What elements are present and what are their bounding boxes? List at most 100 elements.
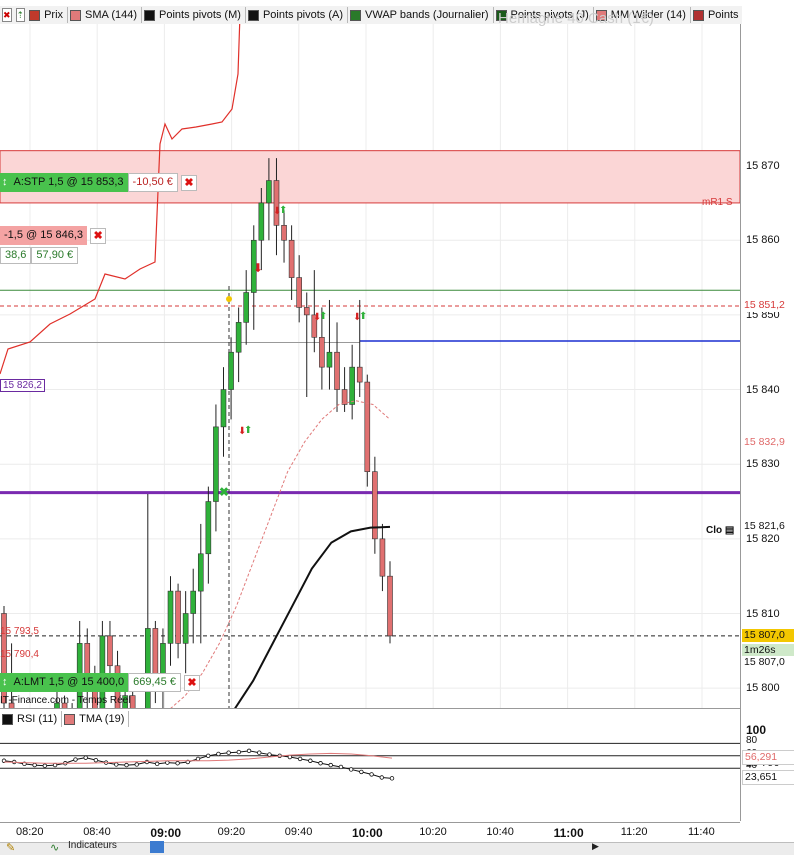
price-tick-label: 15 800 [746, 682, 780, 695]
rsi-point [359, 769, 364, 775]
candle-down [379, 538, 386, 577]
rsi-point [348, 767, 354, 772]
rsi-point [124, 762, 129, 768]
candle-up [266, 180, 272, 204]
candle-down [364, 381, 371, 472]
legend-swatch-icon [64, 713, 76, 725]
close-label-text: Clo [706, 525, 723, 536]
rsi-point [32, 762, 37, 768]
candle [303, 292, 310, 398]
candle-up [228, 351, 234, 390]
price-tick-label: 15 860 [746, 234, 780, 247]
drag-handle-icon[interactable]: ↕ [0, 173, 10, 192]
price-axis[interactable]: 15 870 15 860 15 850 15 840 15 830 15 820 15 8… [741, 24, 794, 824]
rsi-point [308, 758, 313, 763]
candle [235, 307, 242, 383]
time-tick-label: 11:20 [620, 826, 648, 838]
limit-order-close-icon[interactable]: ✖ [183, 674, 200, 691]
price-tag: 15 821,6 [742, 519, 794, 533]
legend-item[interactable]: VWAP bands (Journalier) [348, 7, 494, 23]
rsi-panel[interactable]: RSI (11) TMA (19) [0, 708, 741, 821]
candle-up [349, 366, 355, 405]
candle [205, 486, 212, 584]
rsi-legend-item[interactable]: TMA (19) [62, 711, 130, 727]
legend-swatch-icon [350, 9, 362, 21]
candle [107, 620, 113, 681]
time-tick-label: 11:00 [553, 826, 584, 840]
limit-order-label[interactable]: A:LMT 1,5 @ 15 400,0 [9, 673, 129, 692]
candle [364, 374, 371, 487]
rsi-point [42, 763, 48, 768]
candle [167, 576, 174, 666]
stop-order[interactable]: ↕ A:STP 1,5 @ 15 853,3 -10,50 € ✖ [0, 173, 197, 192]
candle-down [288, 239, 295, 278]
tool-icon[interactable] [150, 841, 164, 853]
legend-swatch-icon [144, 9, 156, 21]
candle-up [145, 628, 151, 764]
candle [349, 344, 355, 420]
candle [220, 367, 227, 457]
rsi-point [297, 756, 303, 762]
legend-label: Prix [44, 9, 64, 21]
legend-swatch-icon [29, 9, 41, 21]
scroll-right-icon[interactable]: ▶ [592, 841, 599, 852]
pivot-793-label: 15 793,5 [0, 626, 39, 637]
position-close-icon[interactable]: ✖ [90, 227, 107, 244]
limit-drag-handle-icon[interactable]: ↕ [0, 673, 10, 692]
expand-icon[interactable]: ⇡ [15, 8, 26, 22]
candle-up [258, 202, 265, 241]
price-chart-svg[interactable]: ⬇⬆⬇⬆ ⬇⬆⬇⬆⬇✖ [0, 13, 741, 795]
candle [334, 322, 340, 412]
rsi-point [338, 764, 344, 770]
pencil-icon[interactable]: ✎ [6, 841, 15, 854]
price-tag: 15 832,9 [742, 435, 794, 449]
legend-item[interactable]: SMA (144) [68, 7, 143, 23]
legend-item[interactable]: Points piv [691, 7, 742, 23]
remove-icon[interactable]: ✖ [2, 8, 12, 22]
rsi-legend-item[interactable]: RSI (11) [0, 711, 63, 727]
rsi-point [195, 756, 201, 762]
candle-down [281, 225, 287, 241]
position-label[interactable]: -1,5 @ 15 846,3 [0, 226, 88, 245]
rsi-legend-label: TMA (19) [79, 713, 125, 725]
candle [296, 255, 302, 323]
buy-arrow-icon: ⬆ [359, 311, 367, 322]
crosshair-point [226, 295, 232, 302]
rsi-point [318, 761, 323, 766]
position-points: 38,6 [0, 247, 32, 264]
stop-order-pnl: -10,50 € [127, 173, 178, 192]
rsi-point [267, 752, 272, 757]
legend-label: Points pivots (M) [159, 9, 241, 21]
indicators-button[interactable]: Indicateurs [68, 840, 117, 851]
price-tag: 15 807,0 [742, 628, 794, 642]
stop-order-label[interactable]: A:STP 1,5 @ 15 853,3 [9, 173, 128, 192]
rsi-point [369, 772, 374, 777]
rsi-point [165, 760, 170, 765]
position-order[interactable]: -1,5 @ 15 846,3 ✖ [0, 226, 107, 245]
time-tick-label: 08:20 [16, 826, 44, 838]
indicators-icon[interactable]: ∿ [50, 841, 59, 854]
rsi-point [83, 755, 88, 760]
rsi-point [246, 748, 252, 754]
candle [213, 404, 219, 532]
candle-up [182, 613, 189, 644]
rsi-point [134, 762, 139, 767]
time-tick-label: 09:40 [284, 826, 313, 838]
mr1-level-label: mR1 S [702, 197, 733, 208]
legend-item[interactable]: Prix [27, 7, 69, 23]
candle [182, 591, 189, 674]
stop-order-close-icon[interactable]: ✖ [180, 174, 197, 191]
legend-item[interactable]: Points pivots (M) [142, 7, 246, 23]
legend-item[interactable]: Points pivots (A) [246, 7, 349, 23]
candle [326, 299, 333, 390]
rsi-point [93, 757, 99, 763]
price-tick-label: 15 830 [746, 458, 780, 471]
candle [379, 523, 386, 592]
time-tick-label: 10:40 [486, 826, 514, 838]
candle [288, 225, 295, 300]
legend-label: Points piv [707, 9, 742, 21]
limit-order[interactable]: ↕ A:LMT 1,5 @ 15 400,0 669,45 € ✖ [0, 673, 200, 692]
price-chart[interactable]: ⬇ ⬆ ⬇ ⬆ ⬇ ⬆ ⬇ ⬆ ⬇ ✖ Hemagne 40 Cash (1€) mR1 S 15… [0, 10, 741, 795]
watermark: Hemagne 40 Cash (1€) [498, 10, 654, 27]
legend-label: Points pivots (A) [262, 9, 344, 21]
